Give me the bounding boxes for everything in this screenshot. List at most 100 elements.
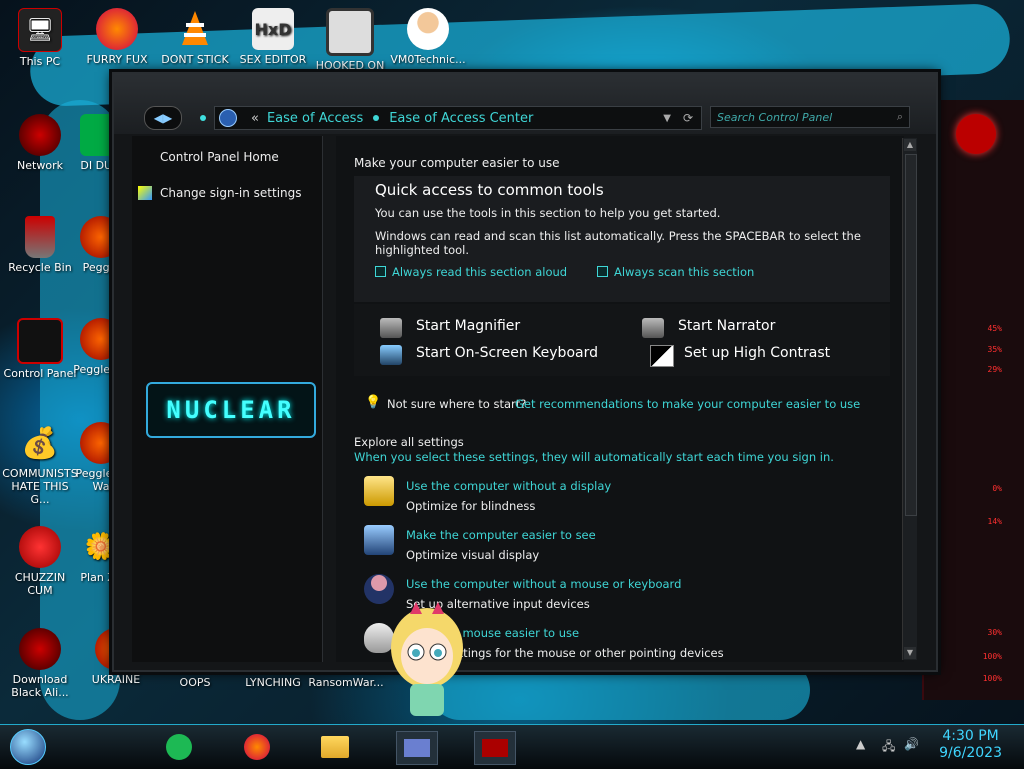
cartoon-character-sticker xyxy=(391,602,463,716)
address-bar[interactable]: « Ease of Access Ease of Access Center ▼… xyxy=(214,106,702,130)
vertical-scrollbar[interactable]: ▲ ▼ xyxy=(902,138,917,660)
taskbar-control-panel[interactable] xyxy=(396,731,438,765)
chuzzle-icon xyxy=(19,526,61,568)
volume-icon[interactable]: 🔊 xyxy=(904,737,919,751)
gauge-percent: 29% xyxy=(987,365,1002,374)
wallpaper-brush xyxy=(40,100,120,720)
up-arrow-icon[interactable]: ▲ xyxy=(856,737,865,751)
left-navigation-pane: Control Panel Home Change sign-in settin… xyxy=(132,136,323,662)
change-sign-in-settings-link[interactable]: Change sign-in settings xyxy=(160,186,302,200)
explore-subtitle: When you select these settings, they wil… xyxy=(354,450,834,464)
control-panel-icon xyxy=(17,318,63,364)
control-panel-icon xyxy=(219,109,237,127)
refresh-icon[interactable]: ⟳ xyxy=(683,111,693,125)
hint-text: Not sure where to start? xyxy=(387,397,527,411)
taskbar-spotify[interactable] xyxy=(162,731,196,763)
set-up-high-contrast-button[interactable]: Set up High Contrast xyxy=(684,345,830,361)
scroll-up-icon[interactable]: ▲ xyxy=(904,139,916,151)
gauge-percent: 30% xyxy=(987,628,1002,637)
no-display-icon xyxy=(364,476,394,506)
taskbar-file-explorer[interactable] xyxy=(318,731,352,763)
search-icon[interactable]: ⌕ xyxy=(897,110,903,124)
magnifier-icon xyxy=(380,318,402,338)
control-panel-home-link[interactable]: Control Panel Home xyxy=(160,150,279,164)
quick-access-line1: You can use the tools in this section to… xyxy=(375,206,721,220)
breadcrumb-overflow[interactable]: « xyxy=(251,111,259,126)
taskbar-firefox[interactable] xyxy=(240,731,274,763)
desktop-icon-this-pc[interactable]: 🖥 This PC xyxy=(2,8,78,68)
system-clock[interactable]: 4:30 PM 9/6/2023 xyxy=(939,728,1002,762)
firefox-icon xyxy=(244,734,270,760)
get-recommendations-link[interactable]: Get recommendations to make your compute… xyxy=(515,397,860,411)
gauge-percent: 14% xyxy=(987,517,1002,526)
start-narrator-button[interactable]: Start Narrator xyxy=(678,318,775,334)
start-magnifier-button[interactable]: Start Magnifier xyxy=(416,318,520,334)
common-tools: Start Magnifier Start Narrator Start On-… xyxy=(354,304,890,376)
app-icon xyxy=(482,739,508,757)
use-without-display-link[interactable]: Use the computer without a display xyxy=(406,479,611,493)
start-on-screen-keyboard-button[interactable]: Start On-Screen Keyboard xyxy=(416,345,598,361)
read-aloud-checkbox[interactable]: Always read this section aloud xyxy=(375,265,567,279)
high-contrast-icon xyxy=(650,345,674,367)
use-without-display-desc: Optimize for blindness xyxy=(406,499,536,513)
easier-to-see-link[interactable]: Make the computer easier to see xyxy=(406,528,596,542)
breadcrumb-ease-of-access[interactable]: Ease of Access xyxy=(267,111,363,126)
vlc-cone-icon xyxy=(174,8,216,50)
network-tray-icon[interactable]: 🖧 xyxy=(882,737,895,758)
taskbar-app[interactable] xyxy=(474,731,516,765)
quick-access-section: Quick access to common tools You can use… xyxy=(354,176,890,302)
scroll-down-icon[interactable]: ▼ xyxy=(904,647,916,659)
desktop-icon-furry-fux[interactable]: FURRY FUX xyxy=(79,8,155,66)
desktop-icon-dont-stick[interactable]: DONT STICK xyxy=(157,8,233,66)
desktop-icon-ransomware[interactable]: RansomWar... xyxy=(308,676,384,689)
recent-pages-icon[interactable] xyxy=(200,115,206,121)
keyboard-icon xyxy=(380,345,402,365)
desktop-icon-hooked-on[interactable]: HOOKED ON xyxy=(312,8,388,72)
desktop-icon-vm0technic[interactable]: VM0Technic... xyxy=(390,8,466,66)
back-forward-button[interactable]: ◀▶ xyxy=(144,106,182,130)
clock-time: 4:30 PM xyxy=(942,728,999,744)
taskbar: ▲ 🖧 🔊 4:30 PM 9/6/2023 xyxy=(0,724,1024,769)
control-panel-icon xyxy=(404,739,430,757)
desktop-icon-sex-editor[interactable]: HxD SEX EDITOR xyxy=(235,8,311,66)
doctor-icon xyxy=(407,8,449,50)
breadcrumb-ease-of-access-center[interactable]: Ease of Access Center xyxy=(389,111,533,126)
gauge-percent: 100% xyxy=(982,674,1002,683)
easier-to-see-desc: Optimize visual display xyxy=(406,548,540,562)
search-input[interactable]: Search Control Panel ⌕ xyxy=(710,106,910,128)
quick-access-line2: Windows can read and scan this list auto… xyxy=(375,229,861,243)
chevron-down-icon[interactable]: ▼ xyxy=(663,113,671,124)
desktop-icon-oops[interactable]: OOPS xyxy=(157,676,233,689)
computer-icon: 🖥 xyxy=(18,8,62,52)
explore-title: Explore all settings xyxy=(354,435,464,449)
gauge-percent: 45% xyxy=(987,324,1002,333)
gauge-percent: 0% xyxy=(992,484,1002,493)
without-mouse-keyboard-link[interactable]: Use the computer without a mouse or keyb… xyxy=(406,577,681,591)
clock-date: 9/6/2023 xyxy=(939,745,1002,761)
back-arrow-icon: ◀▶ xyxy=(153,111,173,125)
alienware-logo-icon xyxy=(956,114,996,154)
gauge-percent: 100% xyxy=(982,652,1002,661)
folder-icon xyxy=(321,736,349,758)
shield-icon xyxy=(138,186,152,200)
nuclear-logo: NUCLEAR xyxy=(146,382,316,438)
scroll-thumb[interactable] xyxy=(905,154,917,516)
page-heading: Make your computer easier to use xyxy=(354,156,560,170)
display-monitor-icon xyxy=(364,525,394,555)
control-panel-window: ◀▶ « Ease of Access Ease of Access Cente… xyxy=(112,72,938,672)
main-content: Make your computer easier to use Quick a… xyxy=(336,136,904,662)
checkbox-icon xyxy=(597,266,608,277)
always-scan-checkbox[interactable]: Always scan this section xyxy=(597,265,754,279)
desktop-icon-download-black-ali[interactable]: Download Black Ali... xyxy=(2,628,78,699)
desktop-icon-lynching[interactable]: LYNCHING xyxy=(235,676,311,689)
recycle-bin-icon xyxy=(25,216,55,258)
window-titlebar[interactable]: ◀▶ « Ease of Access Ease of Access Cente… xyxy=(114,74,936,134)
start-button[interactable] xyxy=(10,729,46,765)
quick-access-line3: highlighted tool. xyxy=(375,243,470,257)
network-icon xyxy=(19,114,61,156)
money-bag-icon: 💰 xyxy=(21,425,59,461)
spotify-icon xyxy=(166,734,192,760)
alien-icon xyxy=(19,628,61,670)
narrator-icon xyxy=(642,318,664,338)
breadcrumb-separator-icon xyxy=(373,115,380,121)
